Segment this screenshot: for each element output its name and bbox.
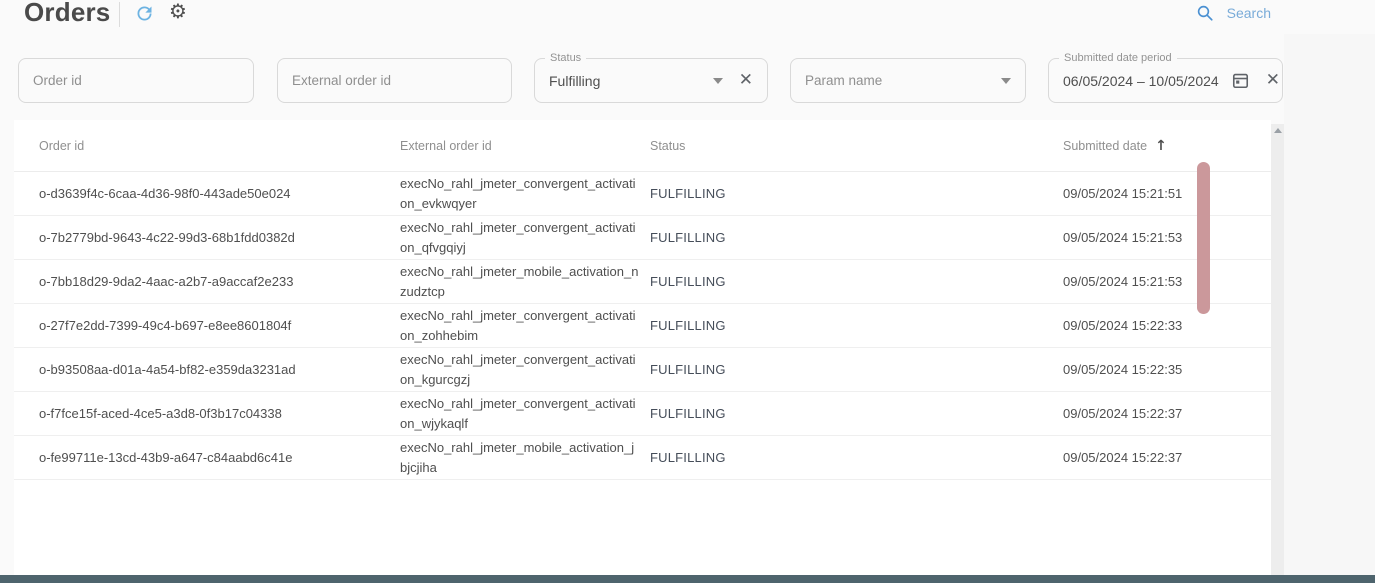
refresh-icon	[134, 12, 155, 27]
column-header-order-id[interactable]: Order id	[39, 139, 400, 153]
cell-status: FULFILLING	[650, 318, 1063, 333]
sort-ascending-icon: ↑	[1155, 138, 1167, 154]
scrollbar[interactable]	[1271, 124, 1284, 575]
status-label: Status	[545, 52, 586, 65]
cell-status: FULFILLING	[650, 362, 1063, 377]
calendar-icon[interactable]	[1231, 71, 1250, 90]
table-row[interactable]: o-f7fce15f-aced-4ce5-a3d8-0f3b17c04338 e…	[14, 392, 1271, 436]
orders-table: Order id External order id Status Submit…	[14, 120, 1271, 575]
settings-button[interactable]: ⚙	[169, 1, 187, 21]
cell-external-order-id: execNo_rahl_jmeter_mobile_activation_jbj…	[400, 438, 650, 478]
cell-status: FULFILLING	[650, 406, 1063, 421]
submitted-date-period-label: Submitted date period	[1059, 52, 1177, 65]
cell-status: FULFILLING	[650, 230, 1063, 245]
status-clear-icon[interactable]: ✕	[739, 72, 753, 89]
search-icon	[1196, 4, 1214, 22]
chevron-down-icon[interactable]	[1001, 78, 1011, 84]
chevron-down-icon[interactable]	[713, 78, 723, 84]
cell-order-id: o-b93508aa-d01a-4a54-bf82-e359da3231ad	[39, 362, 400, 377]
cell-external-order-id: execNo_rahl_jmeter_convergent_activation…	[400, 306, 650, 346]
cell-submitted-date: 09/05/2024 15:21:53	[1063, 230, 1271, 245]
cell-submitted-date: 09/05/2024 15:21:53	[1063, 274, 1271, 289]
scrollbar-thumb-highlight[interactable]	[1197, 162, 1210, 314]
title-divider	[119, 2, 120, 27]
cell-external-order-id: execNo_rahl_jmeter_convergent_activation…	[400, 350, 650, 390]
table-row[interactable]: o-fe99711e-13cd-43b9-a647-c84aabd6c41e e…	[14, 436, 1271, 480]
column-header-submitted-date-label: Submitted date	[1063, 139, 1147, 153]
table-header-row: Order id External order id Status Submit…	[14, 120, 1271, 172]
column-header-external-order-id[interactable]: External order id	[400, 139, 650, 153]
refresh-button[interactable]	[134, 3, 155, 26]
cell-submitted-date: 09/05/2024 15:21:51	[1063, 186, 1271, 201]
cell-external-order-id: execNo_rahl_jmeter_mobile_activation_nzu…	[400, 262, 650, 302]
cell-external-order-id: execNo_rahl_jmeter_convergent_activation…	[400, 218, 650, 258]
cell-external-order-id: execNo_rahl_jmeter_convergent_activation…	[400, 174, 650, 214]
date-clear-icon[interactable]: ✕	[1266, 72, 1280, 89]
cell-order-id: o-7b2779bd-9643-4c22-99d3-68b1fdd0382d	[39, 230, 400, 245]
cell-order-id: o-fe99711e-13cd-43b9-a647-c84aabd6c41e	[39, 450, 400, 465]
page-title: Orders	[24, 0, 110, 28]
param-name-placeholder: Param name	[805, 73, 1001, 88]
page-background-gutter	[1284, 34, 1375, 575]
status-value: Fulfilling	[549, 73, 713, 89]
param-name-select[interactable]: Param name	[790, 58, 1026, 103]
cell-order-id: o-f7fce15f-aced-4ce5-a3d8-0f3b17c04338	[39, 406, 400, 421]
filter-row: Status Fulfilling ✕ Param name Submitted…	[18, 58, 1283, 103]
scrollbar-up-arrow-icon[interactable]	[1274, 128, 1282, 133]
cell-order-id: o-27f7e2dd-7399-49c4-b697-e8ee8601804f	[39, 318, 400, 333]
cell-status: FULFILLING	[650, 274, 1063, 289]
column-header-submitted-date[interactable]: Submitted date ↑	[1063, 138, 1271, 154]
cell-submitted-date: 09/05/2024 15:22:33	[1063, 318, 1271, 333]
order-id-field	[18, 58, 254, 103]
top-bar: Orders ⚙ Search	[0, 0, 1375, 32]
status-select[interactable]: Status Fulfilling ✕	[534, 58, 768, 103]
submitted-date-period-field[interactable]: Submitted date period 06/05/2024 – 10/05…	[1048, 58, 1283, 103]
cell-submitted-date: 09/05/2024 15:22:37	[1063, 450, 1271, 465]
table-row[interactable]: o-d3639f4c-6caa-4d36-98f0-443ade50e024 e…	[14, 172, 1271, 216]
table-row[interactable]: o-7bb18d29-9da2-4aac-a2b7-a9accaf2e233 e…	[14, 260, 1271, 304]
table-row[interactable]: o-b93508aa-d01a-4a54-bf82-e359da3231ad e…	[14, 348, 1271, 392]
cell-order-id: o-7bb18d29-9da2-4aac-a2b7-a9accaf2e233	[39, 274, 400, 289]
cell-status: FULFILLING	[650, 186, 1063, 201]
submitted-date-period-value: 06/05/2024 – 10/05/2024	[1063, 73, 1219, 89]
table-row[interactable]: o-7b2779bd-9643-4c22-99d3-68b1fdd0382d e…	[14, 216, 1271, 260]
order-id-input[interactable]	[33, 73, 239, 88]
gear-icon: ⚙	[169, 0, 187, 23]
cell-submitted-date: 09/05/2024 15:22:37	[1063, 406, 1271, 421]
bottom-bar	[0, 575, 1375, 583]
cell-submitted-date: 09/05/2024 15:22:35	[1063, 362, 1271, 377]
cell-external-order-id: execNo_rahl_jmeter_convergent_activation…	[400, 394, 650, 434]
table-row[interactable]: o-27f7e2dd-7399-49c4-b697-e8ee8601804f e…	[14, 304, 1271, 348]
cell-status: FULFILLING	[650, 450, 1063, 465]
external-order-id-input[interactable]	[292, 73, 497, 88]
search-label: Search	[1227, 5, 1271, 21]
cell-order-id: o-d3639f4c-6caa-4d36-98f0-443ade50e024	[39, 186, 400, 201]
column-header-status[interactable]: Status	[650, 139, 1063, 153]
search-button[interactable]: Search	[1196, 4, 1271, 22]
external-order-id-field	[277, 58, 512, 103]
